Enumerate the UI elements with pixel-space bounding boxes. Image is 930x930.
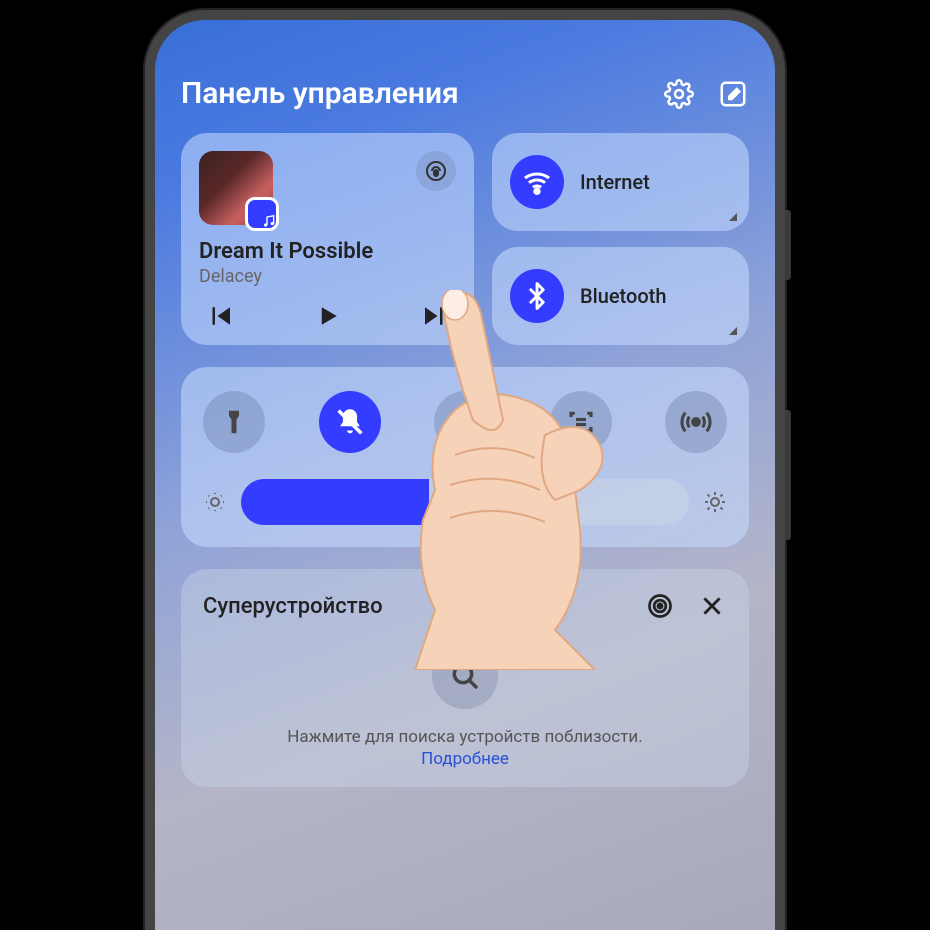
screen: Панель управления xyxy=(155,20,775,930)
search-devices-button[interactable] xyxy=(432,643,498,709)
music-app-icon xyxy=(261,213,277,229)
scan-toggle[interactable] xyxy=(434,391,496,453)
audio-output-button[interactable] xyxy=(416,151,456,191)
internet-label: Internet xyxy=(580,170,650,194)
flashlight-toggle[interactable] xyxy=(203,391,265,453)
target-icon xyxy=(646,592,674,620)
track-artist: Delacey xyxy=(199,266,456,287)
screenshot-icon xyxy=(566,407,596,437)
side-button-1 xyxy=(785,210,791,280)
super-device-refresh-button[interactable] xyxy=(645,591,675,621)
next-track-button[interactable] xyxy=(420,301,450,331)
search-icon xyxy=(449,660,481,692)
brightness-low-icon xyxy=(203,490,227,514)
skip-next-icon xyxy=(420,301,450,331)
mute-toggle[interactable] xyxy=(319,391,381,453)
previous-track-button[interactable] xyxy=(205,301,235,331)
internet-toggle[interactable]: Internet xyxy=(492,133,749,231)
play-pause-button[interactable] xyxy=(313,301,343,331)
screenshot-toggle[interactable] xyxy=(550,391,612,453)
cast-audio-icon xyxy=(424,159,448,183)
media-card[interactable]: Dream It Possible Delacey xyxy=(181,133,474,345)
phone-frame: Панель управления xyxy=(145,10,785,930)
album-art xyxy=(199,151,273,225)
flashlight-icon xyxy=(219,407,249,437)
hotspot-icon xyxy=(680,406,712,438)
mute-bell-icon xyxy=(333,405,367,439)
brightness-fill xyxy=(241,479,429,525)
super-device-card: Суперустройство Нажмите для поиска устро… xyxy=(181,569,749,787)
page-title: Панель управления xyxy=(181,76,459,111)
edit-button[interactable] xyxy=(717,78,749,110)
skip-previous-icon xyxy=(205,301,235,331)
scan-icon xyxy=(450,407,480,437)
wifi-icon xyxy=(510,155,564,209)
header: Панель управления xyxy=(181,76,749,111)
bluetooth-toggle[interactable]: Bluetooth xyxy=(492,247,749,345)
gear-icon xyxy=(664,79,694,109)
super-device-hint: Нажмите для поиска устройств поблизости. xyxy=(203,727,727,747)
expand-triangle-icon xyxy=(729,327,737,335)
bluetooth-label: Bluetooth xyxy=(580,284,666,308)
edit-icon xyxy=(718,79,748,109)
super-device-more-link[interactable]: Подробнее xyxy=(203,749,727,769)
super-device-close-button[interactable] xyxy=(697,591,727,621)
settings-button[interactable] xyxy=(663,78,695,110)
track-title: Dream It Possible xyxy=(199,239,456,264)
side-button-2 xyxy=(785,410,791,540)
expand-triangle-icon xyxy=(729,213,737,221)
hotspot-toggle[interactable] xyxy=(665,391,727,453)
brightness-high-icon xyxy=(703,490,727,514)
close-icon xyxy=(699,593,725,619)
quick-toggles-card xyxy=(181,367,749,547)
brightness-slider[interactable] xyxy=(241,479,689,525)
bluetooth-icon xyxy=(510,269,564,323)
super-device-title: Суперустройство xyxy=(203,594,383,619)
play-icon xyxy=(313,301,343,331)
